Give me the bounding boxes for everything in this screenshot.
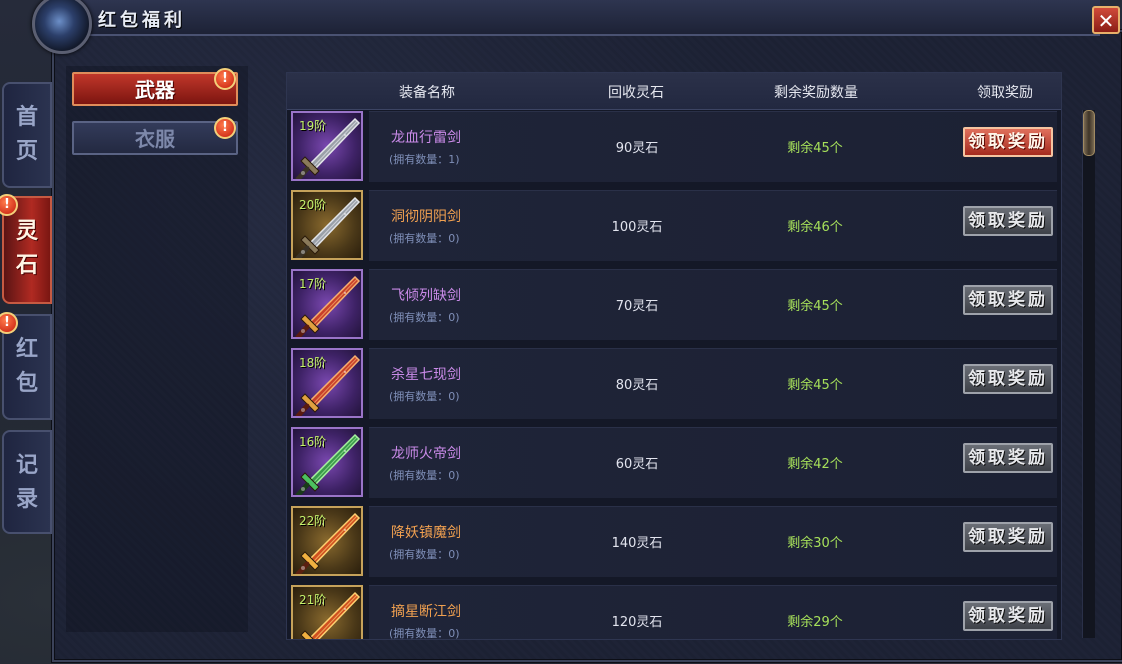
item-owned-count: (拥有数量：0) [389, 469, 460, 482]
header-action: 领取奖励 [977, 85, 1033, 101]
scrollbar-track[interactable] [1082, 110, 1095, 638]
header-price: 回收灵石 [608, 85, 664, 101]
close-icon: ✕ [1097, 9, 1115, 33]
item-tier: 18阶 [299, 356, 327, 370]
item-icon-frame[interactable]: 16阶 [291, 427, 363, 497]
item-tier: 21阶 [299, 593, 327, 607]
claim-reward-button[interactable]: 领取奖励 [963, 364, 1053, 394]
item-tier: 16阶 [299, 435, 327, 449]
recycle-price: 60灵石 [615, 457, 659, 472]
tab-label: 首页 [16, 104, 39, 164]
remaining-rewards: 剩余29个 [787, 615, 843, 630]
claim-reward-button[interactable]: 领取奖励 [963, 522, 1053, 552]
item-tier: 20阶 [299, 198, 327, 212]
row-background [369, 506, 1057, 577]
alert-icon: ! [214, 117, 236, 139]
table-row: 17阶飞倾列缺剑 (拥有数量：0) 70灵石 剩余45个 领取奖励 [287, 267, 1061, 341]
row-background [369, 111, 1057, 182]
tab-label: 记录 [16, 452, 39, 512]
claim-reward-button[interactable]: 领取奖励 [963, 601, 1053, 631]
item-owned-count: (拥有数量：0) [389, 390, 460, 403]
alert-icon: ! [214, 68, 236, 90]
item-name: 降妖镇魔剑 [391, 525, 461, 541]
row-background [369, 190, 1057, 261]
header-name: 装备名称 [399, 85, 455, 101]
item-name: 龙血行雷剑 [391, 130, 461, 146]
tab-label: 灵石 [16, 218, 39, 278]
row-background [369, 585, 1057, 639]
claim-reward-button[interactable]: 领取奖励 [963, 443, 1053, 473]
item-icon-frame[interactable]: 20阶 [291, 190, 363, 260]
item-name: 龙师火帝剑 [391, 446, 461, 462]
item-owned-count: (拥有数量：0) [389, 311, 460, 324]
remaining-rewards: 剩余45个 [787, 378, 843, 393]
table-row: 20阶洞彻阴阳剑 (拥有数量：0) 100灵石 剩余46个 领取奖励 [287, 188, 1061, 262]
item-tier: 17阶 [299, 277, 327, 291]
remaining-rewards: 剩余42个 [787, 457, 843, 472]
item-name: 摘星断江剑 [391, 604, 461, 620]
remaining-rewards: 剩余46个 [787, 220, 843, 235]
scrollbar-thumb[interactable] [1083, 110, 1095, 156]
claim-reward-button[interactable]: 领取奖励 [963, 285, 1053, 315]
remaining-rewards: 剩余45个 [787, 299, 843, 314]
remaining-rewards: 剩余45个 [787, 141, 843, 156]
close-button[interactable]: ✕ [1092, 6, 1120, 34]
table-row: 22阶降妖镇魔剑 (拥有数量：0) 140灵石 剩余30个 领取奖励 [287, 504, 1061, 578]
item-owned-count: (拥有数量：0) [389, 548, 460, 561]
item-name: 洞彻阴阳剑 [391, 209, 461, 225]
recycle-price: 90灵石 [615, 141, 659, 156]
item-tier: 22阶 [299, 514, 327, 528]
remaining-rewards: 剩余30个 [787, 536, 843, 551]
item-icon-frame[interactable]: 21阶 [291, 585, 363, 639]
tab-home[interactable]: 首页 [2, 82, 52, 188]
table-row: 18阶杀星七现剑 (拥有数量：0) 80灵石 剩余45个 领取奖励 [287, 346, 1061, 420]
recycle-price: 100灵石 [611, 220, 663, 235]
item-icon-frame[interactable]: 22阶 [291, 506, 363, 576]
item-tier: 19阶 [299, 119, 327, 133]
header-remain: 剩余奖励数量 [774, 85, 858, 101]
table-row: 19阶龙血行雷剑 (拥有数量：1) 90灵石 剩余45个 领取奖励 [287, 109, 1061, 183]
recycle-price: 140灵石 [611, 536, 663, 551]
tab-records[interactable]: 记录 [2, 430, 52, 534]
recycle-price: 70灵石 [615, 299, 659, 314]
table-row: 21阶摘星断江剑 (拥有数量：0) 120灵石 剩余29个 领取奖励 [287, 583, 1061, 640]
row-background [369, 427, 1057, 498]
item-icon-frame[interactable]: 17阶 [291, 269, 363, 339]
recycle-price: 80灵石 [615, 378, 659, 393]
item-name: 杀星七现剑 [391, 367, 461, 383]
item-icon-frame[interactable]: 19阶 [291, 111, 363, 181]
tab-label: 红包 [16, 336, 39, 396]
recycle-price: 120灵石 [611, 615, 663, 630]
title-bar [60, 0, 1100, 36]
item-owned-count: (拥有数量：0) [389, 627, 460, 640]
row-background [369, 269, 1057, 340]
claim-reward-button[interactable]: 领取奖励 [963, 127, 1053, 157]
item-name: 飞倾列缺剑 [391, 288, 461, 304]
table-row: 16阶龙师火帝剑 (拥有数量：0) 60灵石 剩余42个 领取奖励 [287, 425, 1061, 499]
claim-reward-button[interactable]: 领取奖励 [963, 206, 1053, 236]
window-title: 红包福利 [98, 10, 186, 31]
equipment-table: 装备名称 回收灵石 剩余奖励数量 领取奖励 19阶龙血行雷剑 (拥有数量：1) 90… [286, 72, 1062, 640]
item-owned-count: (拥有数量：0) [389, 232, 460, 245]
item-owned-count: (拥有数量：1) [389, 153, 460, 166]
item-icon-frame[interactable]: 18阶 [291, 348, 363, 418]
table-header: 装备名称 回收灵石 剩余奖励数量 领取奖励 [287, 73, 1061, 110]
row-background [369, 348, 1057, 419]
